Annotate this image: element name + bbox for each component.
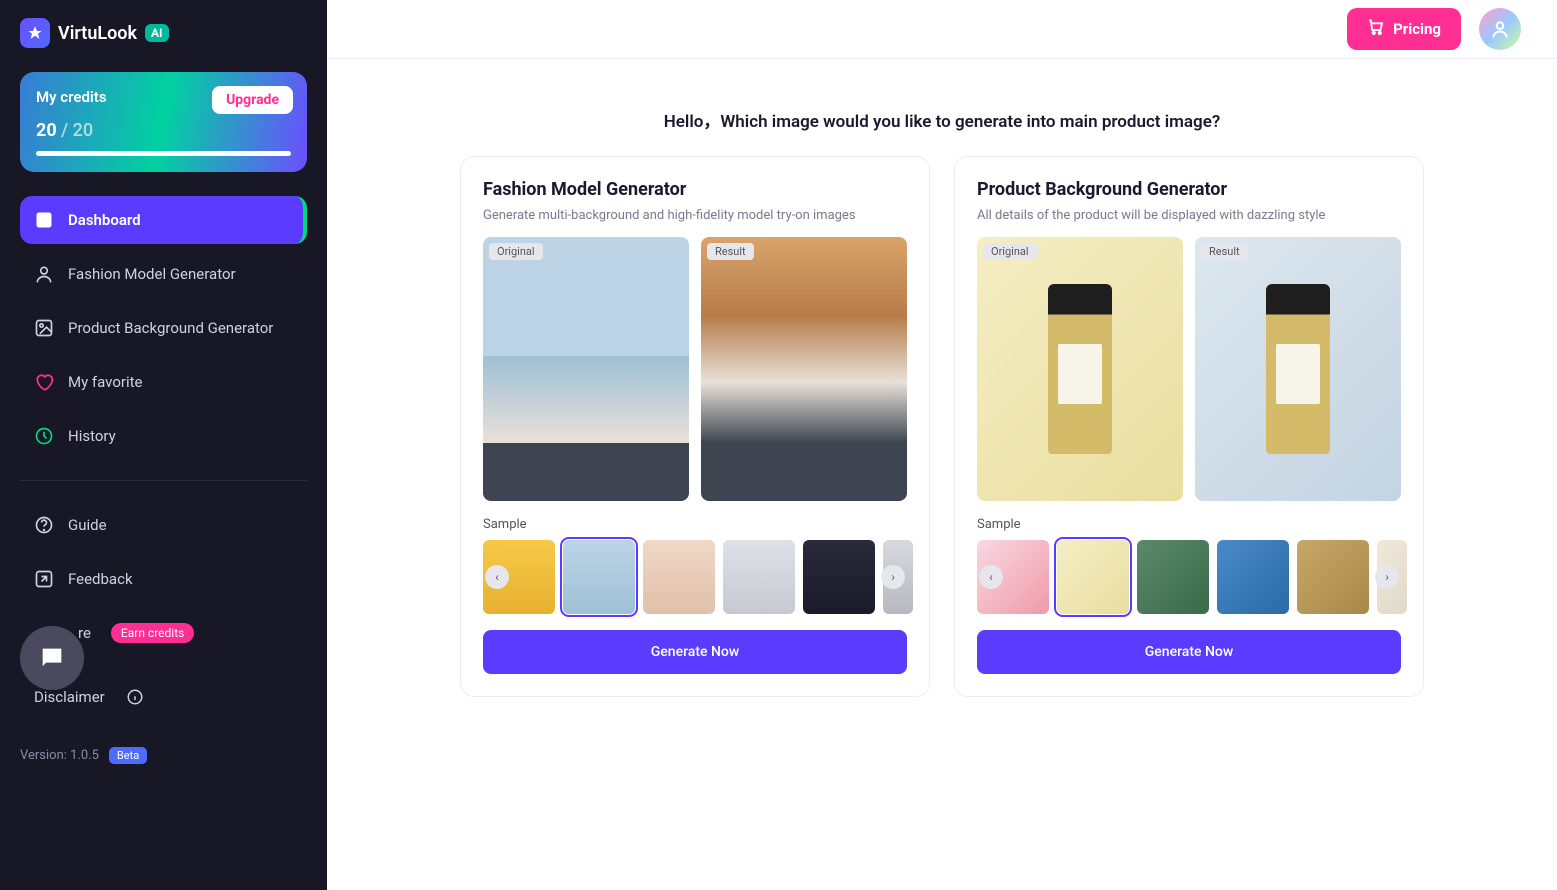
sidebar-item-label: History xyxy=(68,427,116,445)
sample-thumb[interactable] xyxy=(803,540,875,614)
product-result-image: Result xyxy=(1195,237,1401,501)
fashion-original-image: Original xyxy=(483,237,689,501)
divider xyxy=(20,480,307,481)
version: Version: 1.0.5 Beta xyxy=(20,747,307,764)
sidebar-item-favorite[interactable]: My favorite xyxy=(20,358,307,406)
product-original-image: Original xyxy=(977,237,1183,501)
original-tag: Original xyxy=(983,243,1037,260)
credits-card: My credits Upgrade 20 / 20 xyxy=(20,72,307,172)
sidebar-item-fashion[interactable]: Fashion Model Generator xyxy=(20,250,307,298)
credits-amount: 20 / 20 xyxy=(36,120,291,141)
result-tag: Result xyxy=(1201,243,1248,260)
sample-thumb[interactable] xyxy=(563,540,635,614)
page-title: Hello，Which image would you like to gene… xyxy=(327,59,1557,156)
sidebar-item-feedback[interactable]: Feedback xyxy=(20,555,307,603)
sample-thumb[interactable] xyxy=(1217,540,1289,614)
product-card: Product Background Generator All details… xyxy=(954,156,1424,697)
generate-fashion-button[interactable]: Generate Now xyxy=(483,630,907,674)
version-number: 1.0.5 xyxy=(70,748,99,763)
sidebar-item-label: re xyxy=(78,624,91,642)
sample-thumb[interactable] xyxy=(1057,540,1129,614)
ai-badge: AI xyxy=(145,24,169,42)
sidebar-item-label: Product Background Generator xyxy=(68,319,273,337)
person-icon xyxy=(34,264,54,284)
sidebar-item-label: Feedback xyxy=(68,570,133,588)
next-sample-button[interactable]: › xyxy=(881,565,905,589)
logo-icon xyxy=(20,18,50,48)
card-title: Fashion Model Generator xyxy=(483,179,907,200)
info-icon xyxy=(125,687,145,707)
card-subtitle: All details of the product will be displ… xyxy=(977,208,1401,223)
sidebar-item-dashboard[interactable]: Dashboard xyxy=(20,196,307,244)
prev-sample-button[interactable]: ‹ xyxy=(485,565,509,589)
cards-row: Fashion Model Generator Generate multi-b… xyxy=(327,156,1557,727)
pricing-button[interactable]: Pricing xyxy=(1347,8,1461,50)
brand-name: VirtuLook xyxy=(58,23,137,44)
credits-used: 20 xyxy=(36,120,57,141)
result-tag: Result xyxy=(707,243,754,260)
fashion-samples: ‹ › xyxy=(483,540,907,614)
sample-thumb[interactable] xyxy=(1137,540,1209,614)
sidebar-item-label: My favorite xyxy=(68,373,142,391)
prev-sample-button[interactable]: ‹ xyxy=(979,565,1003,589)
sample-thumb[interactable] xyxy=(1297,540,1369,614)
sidebar-item-history[interactable]: History xyxy=(20,412,307,460)
sidebar-item-label: Dashboard xyxy=(68,211,141,229)
main: Pricing Hello，Which image would you like… xyxy=(327,0,1557,890)
generate-product-button[interactable]: Generate Now xyxy=(977,630,1401,674)
beta-badge: Beta xyxy=(109,747,147,764)
fashion-result-image: Result xyxy=(701,237,907,501)
cart-icon xyxy=(1367,18,1385,40)
sidebar-item-product[interactable]: Product Background Generator xyxy=(20,304,307,352)
sample-label: Sample xyxy=(977,517,1401,532)
dashboard-icon xyxy=(34,210,54,230)
chat-button[interactable] xyxy=(20,626,84,690)
image-icon xyxy=(34,318,54,338)
credits-progress xyxy=(36,151,291,156)
sample-label: Sample xyxy=(483,517,907,532)
sample-thumb[interactable] xyxy=(723,540,795,614)
sidebar: VirtuLook AI My credits Upgrade 20 / 20 … xyxy=(0,0,327,890)
help-icon xyxy=(34,515,54,535)
sidebar-item-label: Disclaimer xyxy=(34,688,105,706)
logo[interactable]: VirtuLook AI xyxy=(20,18,307,48)
fashion-card: Fashion Model Generator Generate multi-b… xyxy=(460,156,930,697)
card-title: Product Background Generator xyxy=(977,179,1401,200)
heart-icon xyxy=(34,372,54,392)
upgrade-button[interactable]: Upgrade xyxy=(212,86,293,114)
sidebar-item-guide[interactable]: Guide xyxy=(20,501,307,549)
next-sample-button[interactable]: › xyxy=(1375,565,1399,589)
clock-icon xyxy=(34,426,54,446)
original-tag: Original xyxy=(489,243,543,260)
card-subtitle: Generate multi-background and high-fidel… xyxy=(483,208,907,223)
sidebar-item-label: Fashion Model Generator xyxy=(68,265,236,283)
credits-total: 20 xyxy=(73,120,93,141)
avatar[interactable] xyxy=(1479,8,1521,50)
sidebar-item-label: Guide xyxy=(68,516,107,534)
sample-thumb[interactable] xyxy=(643,540,715,614)
topbar: Pricing xyxy=(327,0,1557,59)
product-samples: ‹ › xyxy=(977,540,1401,614)
share-icon xyxy=(34,569,54,589)
earn-credits-badge: Earn credits xyxy=(111,623,194,643)
